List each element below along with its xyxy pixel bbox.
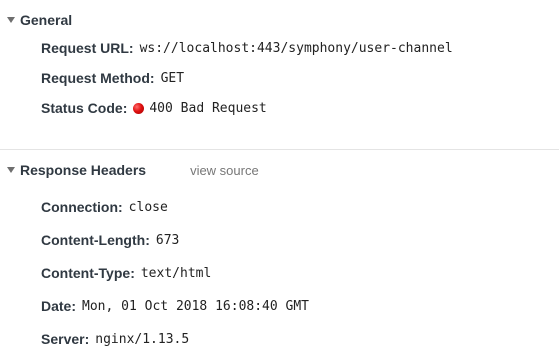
general-section-header[interactable]: General	[0, 8, 559, 32]
status-code-value: 400 Bad Request	[149, 100, 267, 116]
request-method-value: GET	[160, 70, 185, 86]
status-error-icon	[133, 102, 145, 114]
view-source-link[interactable]: view source	[190, 163, 259, 178]
expand-triangle-icon[interactable]	[7, 17, 15, 23]
status-code-row: Status Code: 400 Bad Request	[41, 100, 267, 116]
header-value-content-type: text/html	[140, 265, 212, 281]
response-headers-section-header[interactable]: Response Headers view source	[0, 158, 559, 182]
request-url-value: ws://localhost:443/symphony/user-channel	[139, 40, 453, 56]
request-method-key: Request Method	[41, 70, 150, 86]
response-header-row: Content-Length: 673	[41, 232, 180, 248]
general-section-title: General	[20, 12, 73, 28]
request-url-row: Request URL: ws://localhost:443/symphony…	[41, 40, 453, 56]
header-value-server: nginx/1.13.5	[95, 331, 190, 347]
request-method-row: Request Method: GET	[41, 70, 185, 86]
header-key-content-length: Content-Length	[41, 232, 146, 248]
request-url-key: Request URL	[41, 40, 129, 56]
header-key-connection: Connection	[41, 199, 118, 215]
header-value-content-length: 673	[155, 232, 180, 248]
response-header-row: Connection: close	[41, 199, 168, 215]
header-key-server: Server	[41, 331, 85, 347]
response-header-row: Date: Mon, 01 Oct 2018 16:08:40 GMT	[41, 298, 310, 314]
general-section: General Request URL: ws://localhost:443/…	[0, 8, 559, 120]
response-headers-section: Response Headers view source Connection:…	[0, 158, 559, 351]
response-headers-section-title: Response Headers	[20, 162, 147, 178]
response-header-row: Server: nginx/1.13.5	[41, 331, 190, 347]
response-header-row: Content-Type: text/html	[41, 265, 212, 281]
header-key-date: Date	[41, 298, 72, 314]
header-key-content-type: Content-Type	[41, 265, 131, 281]
header-value-connection: close	[128, 199, 168, 215]
expand-triangle-icon[interactable]	[7, 167, 15, 173]
status-code-key: Status Code	[41, 100, 123, 116]
header-value-date: Mon, 01 Oct 2018 16:08:40 GMT	[82, 298, 310, 314]
section-divider	[0, 149, 559, 150]
